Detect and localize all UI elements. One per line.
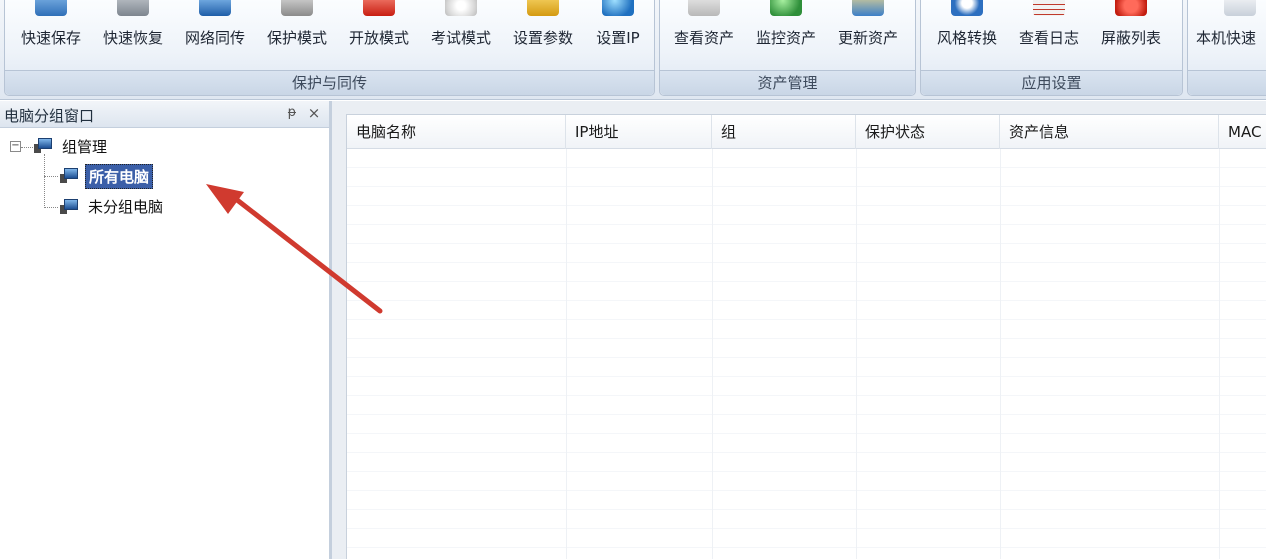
local-quick-label: 本机快速 bbox=[1196, 29, 1257, 47]
open-mode-button[interactable]: 开放模式 bbox=[339, 0, 419, 66]
computer-group-icon bbox=[34, 138, 52, 153]
column-header-mac[interactable]: MAC bbox=[1219, 115, 1266, 149]
computer-list-grid: 电脑名称 IP地址 组 保护状态 资产信息 MAC bbox=[346, 114, 1266, 559]
set-ip-button[interactable]: 设置IP bbox=[585, 0, 651, 66]
quick-restore-label: 快速恢复 bbox=[102, 29, 163, 47]
ribbon-group-asset-management: 查看资产 监控资产 更新资产 资产管理 bbox=[659, 0, 916, 96]
tree-connector bbox=[21, 147, 33, 148]
grid-body bbox=[347, 149, 1266, 559]
network-sync-icon bbox=[199, 0, 231, 16]
ribbon-group-label: 资产管理 bbox=[660, 70, 915, 95]
block-list-icon bbox=[1115, 0, 1147, 16]
tree-node-group-management[interactable]: 组管理 bbox=[62, 136, 107, 157]
ribbon-toolbar: 快速保存 快速恢复 网络同传 保护模式 开放模式 考试模式 设置参数 设置IP bbox=[0, 0, 1266, 100]
column-divider bbox=[1219, 149, 1220, 559]
exam-mode-label: 考试模式 bbox=[430, 29, 491, 47]
quick-save-icon bbox=[35, 0, 67, 16]
protect-mode-icon bbox=[281, 0, 313, 16]
update-assets-icon bbox=[852, 0, 884, 16]
settings-button[interactable]: 设置参数 bbox=[503, 0, 583, 66]
column-header-computer-name[interactable]: 电脑名称 bbox=[347, 115, 566, 149]
column-header-asset-info[interactable]: 资产信息 bbox=[1000, 115, 1219, 149]
exam-mode-icon bbox=[445, 0, 477, 16]
style-switch-icon bbox=[951, 0, 983, 16]
quick-save-label: 快速保存 bbox=[20, 29, 81, 47]
group-tree: − 组管理 所有电脑 未分组电脑 bbox=[0, 128, 329, 558]
ribbon-group-app-settings: 风格转换 查看日志 屏蔽列表 应用设置 bbox=[920, 0, 1183, 96]
monitor-assets-label: 监控资产 bbox=[755, 29, 816, 47]
network-sync-button[interactable]: 网络同传 bbox=[175, 0, 255, 66]
block-list-button[interactable]: 屏蔽列表 bbox=[1091, 0, 1171, 66]
protect-mode-button[interactable]: 保护模式 bbox=[257, 0, 337, 66]
column-header-group[interactable]: 组 bbox=[712, 115, 856, 149]
computer-group-panel: 电脑分组窗口 ᵽ × − 组管理 所有电脑 未分组电脑 bbox=[0, 101, 332, 559]
computer-list-area: 电脑名称 IP地址 组 保护状态 资产信息 MAC bbox=[332, 101, 1266, 559]
set-ip-label: 设置IP bbox=[596, 29, 640, 47]
column-divider bbox=[712, 149, 713, 559]
settings-icon bbox=[527, 0, 559, 16]
quick-restore-icon bbox=[117, 0, 149, 16]
column-divider bbox=[856, 149, 857, 559]
update-assets-button[interactable]: 更新资产 bbox=[828, 0, 908, 66]
quick-restore-button[interactable]: 快速恢复 bbox=[93, 0, 173, 66]
tree-expander[interactable]: − bbox=[10, 141, 21, 152]
view-log-icon bbox=[1033, 0, 1065, 16]
tree-node-all-computers[interactable]: 所有电脑 bbox=[85, 164, 154, 189]
computer-icon bbox=[60, 168, 78, 183]
exam-mode-button[interactable]: 考试模式 bbox=[421, 0, 501, 66]
local-quick-button[interactable]: 本机快速 bbox=[1192, 0, 1266, 66]
view-assets-icon bbox=[688, 0, 720, 16]
set-ip-icon bbox=[602, 0, 634, 16]
panel-title: 电脑分组窗口 bbox=[4, 107, 95, 125]
column-divider bbox=[1000, 149, 1001, 559]
local-quick-icon bbox=[1224, 0, 1256, 16]
open-mode-label: 开放模式 bbox=[348, 29, 409, 47]
view-assets-button[interactable]: 查看资产 bbox=[664, 0, 744, 66]
column-header-protection-status[interactable]: 保护状态 bbox=[856, 115, 1000, 149]
tree-connector bbox=[44, 154, 45, 208]
monitor-assets-icon bbox=[770, 0, 802, 16]
update-assets-label: 更新资产 bbox=[837, 29, 898, 47]
settings-label: 设置参数 bbox=[512, 29, 573, 47]
ribbon-group-protect-sync: 快速保存 快速恢复 网络同传 保护模式 开放模式 考试模式 设置参数 设置IP bbox=[4, 0, 655, 96]
open-mode-icon bbox=[363, 0, 395, 16]
quick-save-button[interactable]: 快速保存 bbox=[11, 0, 91, 66]
view-log-button[interactable]: 查看日志 bbox=[1009, 0, 1089, 66]
style-switch-label: 风格转换 bbox=[936, 29, 997, 47]
view-assets-label: 查看资产 bbox=[673, 29, 734, 47]
tree-connector bbox=[44, 207, 58, 208]
computer-icon bbox=[60, 199, 78, 214]
view-log-label: 查看日志 bbox=[1018, 29, 1079, 47]
panel-header: 电脑分组窗口 ᵽ × bbox=[0, 101, 329, 128]
tree-node-ungrouped-computers[interactable]: 未分组电脑 bbox=[88, 196, 163, 217]
ribbon-group-label: 保护与同传 bbox=[5, 70, 654, 95]
ribbon-group-label: 应用设置 bbox=[921, 70, 1182, 95]
ribbon-group-local: 本机快速 bbox=[1187, 0, 1266, 96]
column-header-ip-address[interactable]: IP地址 bbox=[566, 115, 712, 149]
style-switch-button[interactable]: 风格转换 bbox=[927, 0, 1007, 66]
monitor-assets-button[interactable]: 监控资产 bbox=[746, 0, 826, 66]
network-sync-label: 网络同传 bbox=[184, 29, 245, 47]
column-divider bbox=[566, 149, 567, 559]
tree-connector bbox=[44, 176, 58, 177]
close-icon[interactable]: × bbox=[306, 104, 322, 122]
ribbon-group-label bbox=[1188, 70, 1266, 95]
pin-icon[interactable]: ᵽ bbox=[284, 104, 300, 122]
block-list-label: 屏蔽列表 bbox=[1100, 29, 1161, 47]
grid-header: 电脑名称 IP地址 组 保护状态 资产信息 MAC bbox=[347, 115, 1266, 149]
protect-mode-label: 保护模式 bbox=[266, 29, 327, 47]
